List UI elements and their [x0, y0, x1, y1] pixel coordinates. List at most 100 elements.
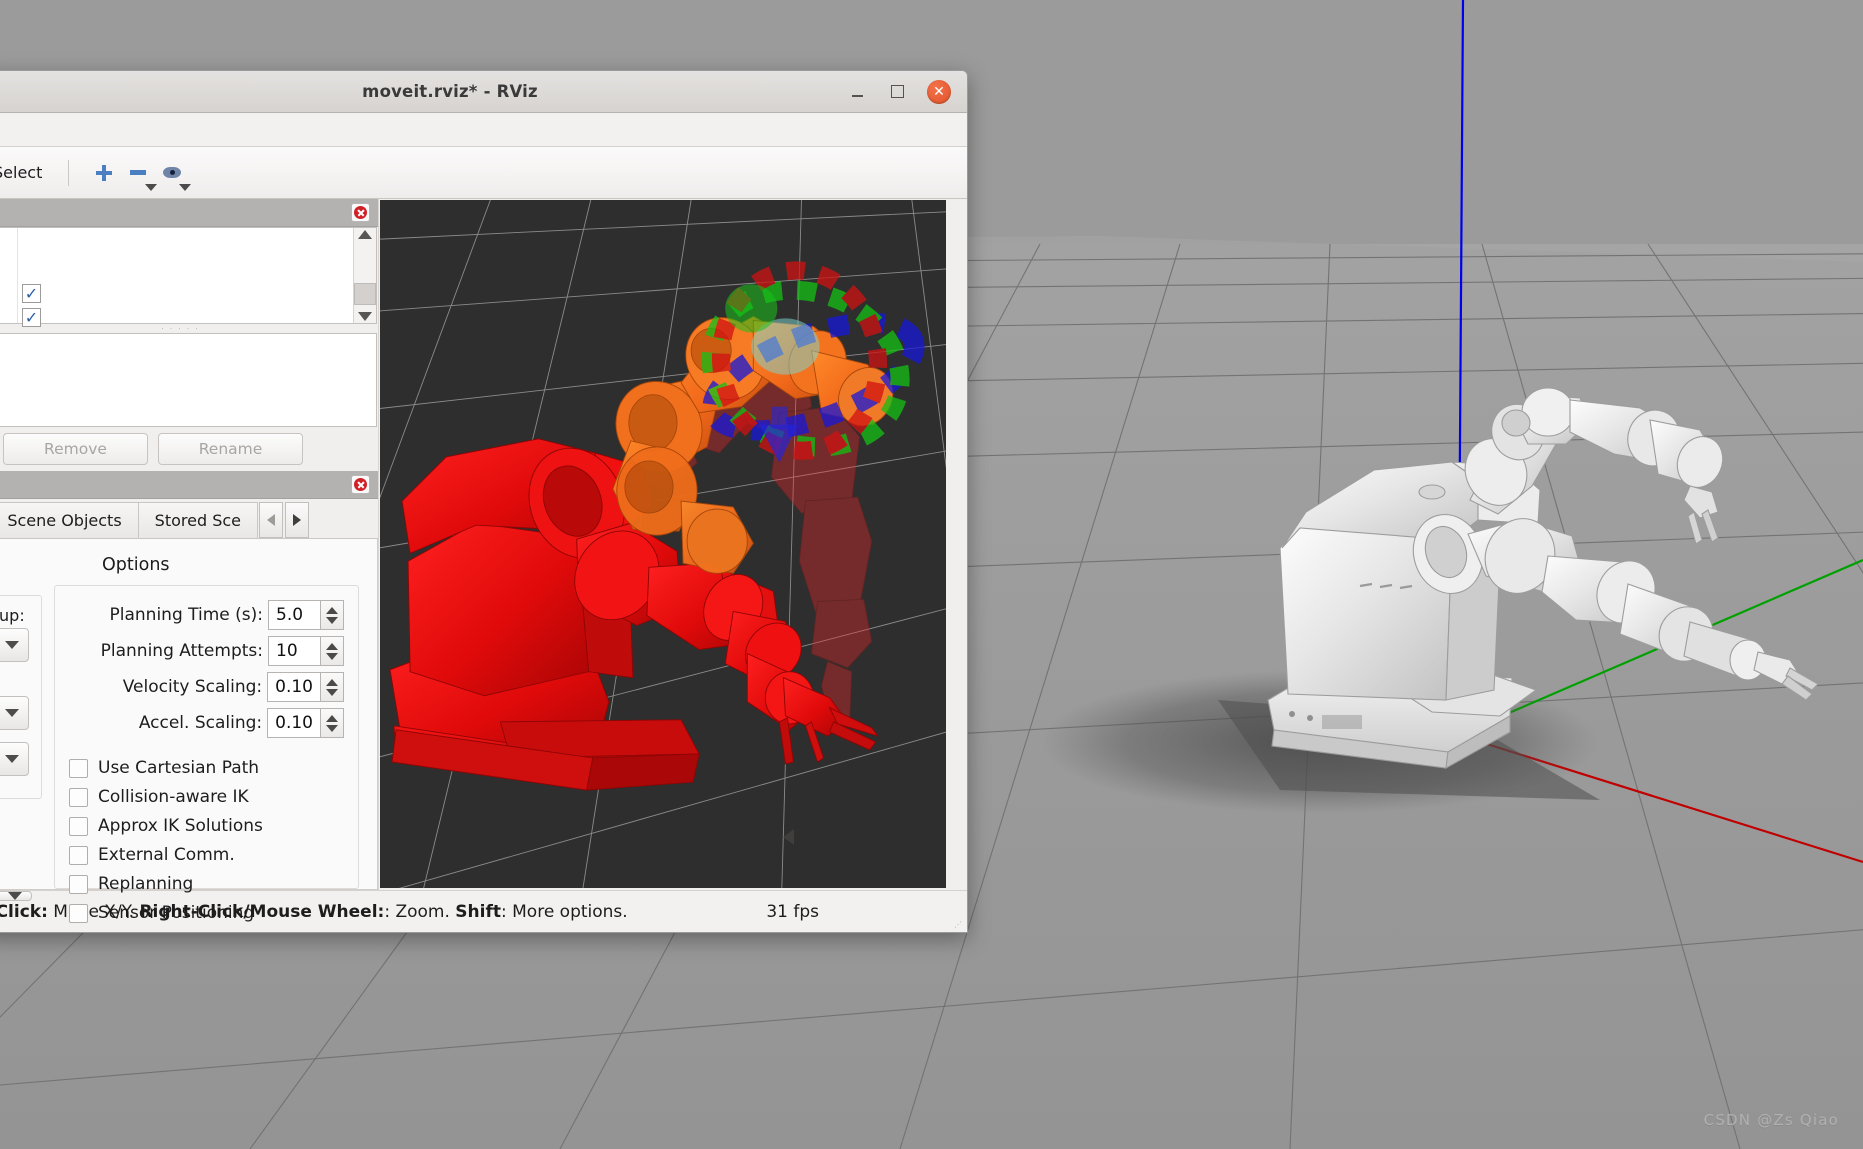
tab-scroll-left-icon	[266, 514, 275, 526]
window-titlebar[interactable]: moveit.rviz* - RViz ✕	[0, 71, 967, 113]
collision-aware-ik-label: Collision-aware IK	[98, 787, 249, 807]
external-comm-label: External Comm.	[98, 845, 235, 865]
velocity-scaling-spinner[interactable]: 0.10	[267, 672, 344, 702]
replanning-checkbox[interactable]	[69, 874, 88, 894]
checkbox-row-replanning[interactable]: Replanning	[69, 874, 344, 894]
options-title: Options	[102, 555, 170, 575]
displays-tree-scrollbar[interactable]	[353, 228, 376, 323]
tree-item-checkbox[interactable]: ✓	[22, 284, 41, 303]
planning-attempts-label: Planning Attempts:	[100, 641, 263, 661]
rename-button[interactable]: Rename	[158, 433, 303, 465]
stepper-up-icon[interactable]	[326, 642, 338, 650]
visibility-button[interactable]	[155, 153, 192, 193]
planning-time-stepper[interactable]	[320, 600, 344, 630]
stepper-down-icon[interactable]	[326, 724, 338, 732]
motion-planning-titlebar	[0, 471, 378, 499]
scroll-up-arrow-icon[interactable]	[358, 230, 372, 239]
chevron-down-icon[interactable]	[179, 183, 192, 191]
stepper-up-icon[interactable]	[326, 606, 338, 614]
accel-scaling-input[interactable]: 0.10	[267, 708, 320, 738]
plus-icon	[96, 164, 113, 181]
render-viewport[interactable]	[380, 200, 946, 888]
checkbox-row-sensor-positioning[interactable]: Sensor Positioning	[69, 903, 344, 923]
display-properties-box[interactable]	[0, 333, 377, 427]
add-display-button[interactable]	[87, 153, 121, 193]
accel-scaling-stepper[interactable]	[320, 708, 344, 738]
panel-close-icon	[354, 478, 367, 491]
select-tool-button[interactable]: Select	[0, 161, 50, 184]
tab-stored-scenes[interactable]: Stored Sce	[137, 502, 258, 538]
chevron-down-icon	[5, 709, 19, 717]
toolbar: Select	[0, 147, 967, 199]
planning-group-label: roup:	[0, 606, 25, 625]
planning-time-label: Planning Time (s):	[109, 605, 264, 625]
toolbar-separator	[68, 159, 70, 186]
close-button[interactable]: ✕	[927, 79, 951, 104]
planning-attempts-input[interactable]: 10	[268, 636, 320, 666]
velocity-scaling-input[interactable]: 0.10	[267, 672, 320, 702]
checkbox-row-approx-ik-solutions[interactable]: Approx IK Solutions	[69, 816, 344, 836]
remove-display-button[interactable]	[121, 153, 158, 193]
fps-counter: 31 fps	[766, 901, 819, 922]
velocity-scaling-stepper[interactable]	[320, 672, 344, 702]
scrollbar-track[interactable]	[354, 239, 376, 312]
motion-planning-panel: s Scene Objects Stored Sce roup:	[0, 471, 378, 923]
window-title: moveit.rviz* - RViz	[362, 82, 538, 101]
displays-tree[interactable]: ✓ ✓	[0, 227, 377, 327]
accel-scaling-label: Accel. Scaling:	[138, 713, 263, 733]
window-resize-grip[interactable]: ⋰	[954, 920, 963, 929]
chevron-down-icon	[5, 755, 19, 763]
planning-time-input[interactable]: 5.0	[268, 600, 320, 630]
displays-panel-close-button[interactable]	[351, 203, 370, 222]
sensor-positioning-checkbox[interactable]	[69, 903, 88, 923]
hint-part-3: : Zoom.	[384, 901, 456, 922]
tab-scroll-right-button[interactable]	[284, 502, 309, 538]
chevron-down-icon	[8, 892, 22, 900]
tree-item-checkbox[interactable]: ✓	[22, 308, 41, 327]
motion-planning-tab-page: roup: :	[0, 539, 378, 923]
displays-panel: ✓ ✓ · · · · · Remove Rename	[0, 199, 378, 471]
panel-resize-grip[interactable]: · · · · ·	[0, 324, 378, 333]
planning-group-combo[interactable]	[0, 628, 29, 662]
remove-button[interactable]: Remove	[3, 433, 148, 465]
minimize-button[interactable]	[847, 82, 867, 102]
maximize-button[interactable]	[887, 82, 907, 102]
left-dock-column: ✓ ✓ · · · · · Remove Rename Scene Object…	[0, 199, 379, 923]
tab-scroll-right-icon	[292, 514, 301, 526]
collision-aware-ik-checkbox[interactable]	[69, 787, 88, 807]
eye-icon	[163, 167, 182, 178]
planning-time-row: Planning Time (s): 5.0	[69, 600, 344, 630]
checkbox-row-collision-aware-ik[interactable]: Collision-aware IK	[69, 787, 344, 807]
start-state-combo[interactable]	[0, 696, 29, 730]
stepper-up-icon[interactable]	[326, 714, 338, 722]
stepper-down-icon[interactable]	[326, 688, 338, 696]
tab-scene-objects[interactable]: Scene Objects	[0, 502, 139, 538]
use-cartesian-path-checkbox[interactable]	[69, 758, 88, 778]
accel-scaling-spinner[interactable]: 0.10	[267, 708, 344, 738]
checkbox-row-use-cartesian-path[interactable]: Use Cartesian Path	[69, 758, 344, 778]
scroll-down-arrow-icon[interactable]	[358, 312, 372, 321]
watermark: CSDN @Zs Qiao	[1703, 1111, 1839, 1129]
checkbox-row-external-comm[interactable]: External Comm.	[69, 845, 344, 865]
options-checkbox-list: Use Cartesian Path Collision-aware IK Ap…	[69, 758, 344, 923]
scrollbar-thumb[interactable]	[354, 283, 376, 305]
stepper-down-icon[interactable]	[326, 616, 338, 624]
stepper-down-icon[interactable]	[326, 652, 338, 660]
external-comm-checkbox[interactable]	[69, 845, 88, 865]
motion-planning-close-button[interactable]	[351, 475, 370, 494]
hint-part-0: dle-Click:	[0, 901, 48, 922]
menubar[interactable]	[0, 113, 967, 147]
left-panel-collapse-arrow[interactable]	[783, 829, 794, 845]
stepper-up-icon[interactable]	[326, 678, 338, 686]
tab-scroll-left-button[interactable]	[258, 502, 283, 538]
panel-close-icon	[354, 206, 367, 219]
planner-id-combo[interactable]	[0, 891, 32, 901]
render-viewport-container	[379, 199, 967, 890]
goal-state-combo[interactable]	[0, 742, 29, 776]
planning-attempts-stepper[interactable]	[320, 636, 344, 666]
planning-time-spinner[interactable]: 5.0	[268, 600, 344, 630]
approx-ik-solutions-checkbox[interactable]	[69, 816, 88, 836]
rviz-window: moveit.rviz* - RViz ✕ Select	[0, 70, 968, 933]
accel-scaling-row: Accel. Scaling: 0.10	[69, 708, 344, 738]
planning-attempts-spinner[interactable]: 10	[268, 636, 344, 666]
